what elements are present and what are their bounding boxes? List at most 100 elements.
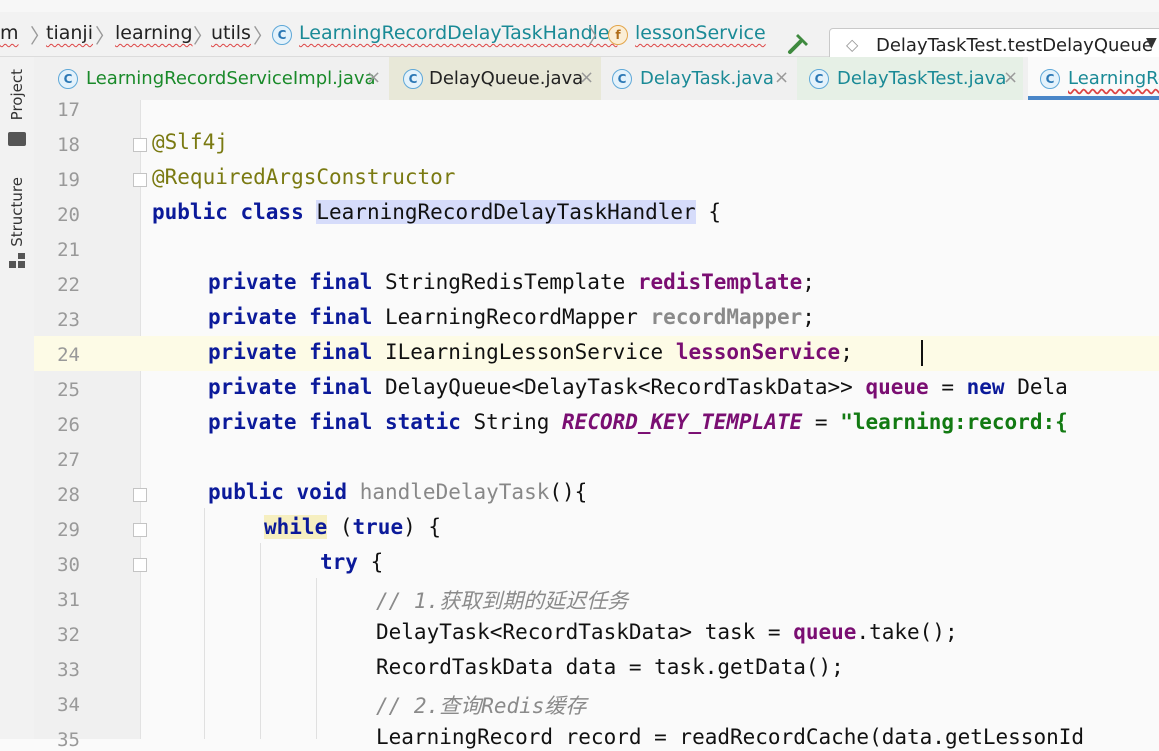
line-number: 30 [57,554,80,576]
type-name: DelayQueue<DelayTask<RecordTaskData>> [385,375,866,399]
code-line-24: private final ILearningLessonService les… [208,340,853,364]
code-line-20: public class LearningRecordDelayTaskHand… [152,200,721,224]
class-icon: C [403,69,423,89]
line-number: 17 [57,99,80,121]
code-line-22: private final StringRedisTemplate redisT… [208,270,815,294]
chevron-right-icon: 〉 [193,24,213,48]
folder-icon [8,132,26,146]
indent-guide [316,578,317,739]
fold-marker[interactable] [133,138,147,152]
tab-delay-task[interactable]: C DelayTask.java × [602,57,796,100]
keyword: private final [208,270,386,294]
type-name: ILearningLessonService [385,340,676,364]
code-text: Dela [1017,375,1068,399]
line-number: 28 [57,484,80,506]
line-number: 29 [57,519,80,541]
indent-guide [204,508,205,739]
breadcrumb-class[interactable]: LearningRecordDelayTaskHandler [299,22,617,44]
keyword: try [320,550,358,574]
test-class-icon: C [809,69,829,89]
text-cursor [921,340,923,366]
build-hammer-icon[interactable] [786,32,810,56]
line-number: 33 [57,659,80,681]
chevron-right-icon: 〉 [588,24,608,48]
class-icon: C [612,69,632,89]
type-name: StringRedisTemplate [385,270,638,294]
breadcrumb-learning[interactable]: learning [115,22,193,44]
close-icon[interactable]: × [774,67,789,88]
code-line-19: @RequiredArgsConstructor [152,165,455,189]
annotation: @RequiredArgsConstructor [152,165,456,189]
fold-marker[interactable] [133,523,147,537]
code-text: = [928,375,967,399]
keyword: private final static [208,410,474,434]
keyword: new [966,375,1018,399]
tab-delay-task-test[interactable]: C DelayTaskTest.java × [797,57,1023,100]
tab-learning-record-service-impl[interactable]: C LearningRecordServiceImpl.java × [34,57,386,100]
close-icon[interactable]: × [366,67,381,88]
tab-delay-queue[interactable]: C DelayQueue.java × [389,57,601,100]
breadcrumb-module[interactable]: m [0,22,19,44]
test-config-icon: ◇ [846,35,859,54]
close-icon[interactable]: × [1003,67,1018,88]
class-name: LearningRecordDelayTaskHandler [316,200,696,224]
field-name: recordMapper [650,305,803,329]
code-line-28: public void handleDelayTask(){ [208,480,587,504]
structure-tool-button[interactable]: Structure [8,177,26,247]
code-text: { [695,200,721,224]
code-line-32: DelayTask<RecordTaskData> task = queue.t… [376,620,958,644]
type-name: LearningRecordMapper [385,305,651,329]
code-line-25: private final DelayQueue<DelayTask<Recor… [208,375,1068,399]
line-number: 23 [57,309,80,331]
code-line-23: private final LearningRecordMapper recor… [208,305,815,329]
project-tool-button[interactable]: Project [8,69,26,120]
code-line-30: try { [320,550,383,574]
breadcrumb-tianji[interactable]: tianji [46,22,93,44]
fold-marker[interactable] [133,558,147,572]
navigation-bar: m 〉 tianji 〉 learning 〉 utils 〉 C Learni… [0,12,1159,62]
line-number: 26 [57,414,80,436]
field-name: queue [793,620,857,644]
code-line-34: // 2.查询Redis缓存 [376,694,587,718]
line-number: 35 [57,729,80,751]
code-line-29: while (true) { [264,515,441,539]
keyword: true [352,515,404,539]
keyword: private final [208,305,386,329]
fold-marker[interactable] [133,488,147,502]
code-text: DelayTask<RecordTaskData> task = [376,620,794,644]
constant-name: RECORD_KEY_TEMPLATE [562,410,803,434]
line-number: 24 [57,344,80,366]
code-line-35: LearningRecord record = readRecordCache(… [376,725,1085,749]
line-number: 22 [57,274,80,296]
keyword: while [264,515,328,539]
keyword: public class [152,200,317,224]
editor-tab-bar: C LearningRecordServiceImpl.java × C Del… [34,57,1159,101]
field-name: redisTemplate [637,270,803,294]
chevron-right-icon: 〉 [95,24,115,48]
code-line-31: // 1.获取到期的延迟任务 [376,589,629,613]
line-number: 31 [57,589,80,611]
type-name: String [473,410,563,434]
breadcrumb-utils[interactable]: utils [211,22,251,44]
class-icon: C [1040,69,1060,89]
tab-learning-record-delay-task-handler[interactable]: C LearningRe [1028,57,1159,100]
close-icon[interactable]: × [579,67,594,88]
code-line-33: RecordTaskData data = task.getData(); [376,655,844,679]
field-name: queue [865,375,929,399]
method-name: handleDelayTask [359,480,550,504]
field-name: lessonService [675,340,841,364]
indent-guide [260,543,261,739]
line-number: 19 [57,169,80,191]
line-number: 32 [57,624,80,646]
code-text: ) { [403,515,442,539]
code-text: ; [802,270,815,294]
field-icon: f [608,25,628,45]
line-number: 25 [57,379,80,401]
breadcrumb-field[interactable]: lessonService [635,22,766,44]
fold-marker[interactable] [133,173,147,187]
line-number: 20 [57,204,80,226]
chevron-down-icon: ▼ [1146,35,1157,51]
run-configuration-label: DelayTaskTest.testDelayQueue [876,35,1153,56]
keyword: private final [208,340,386,364]
keyword: private final [208,375,386,399]
